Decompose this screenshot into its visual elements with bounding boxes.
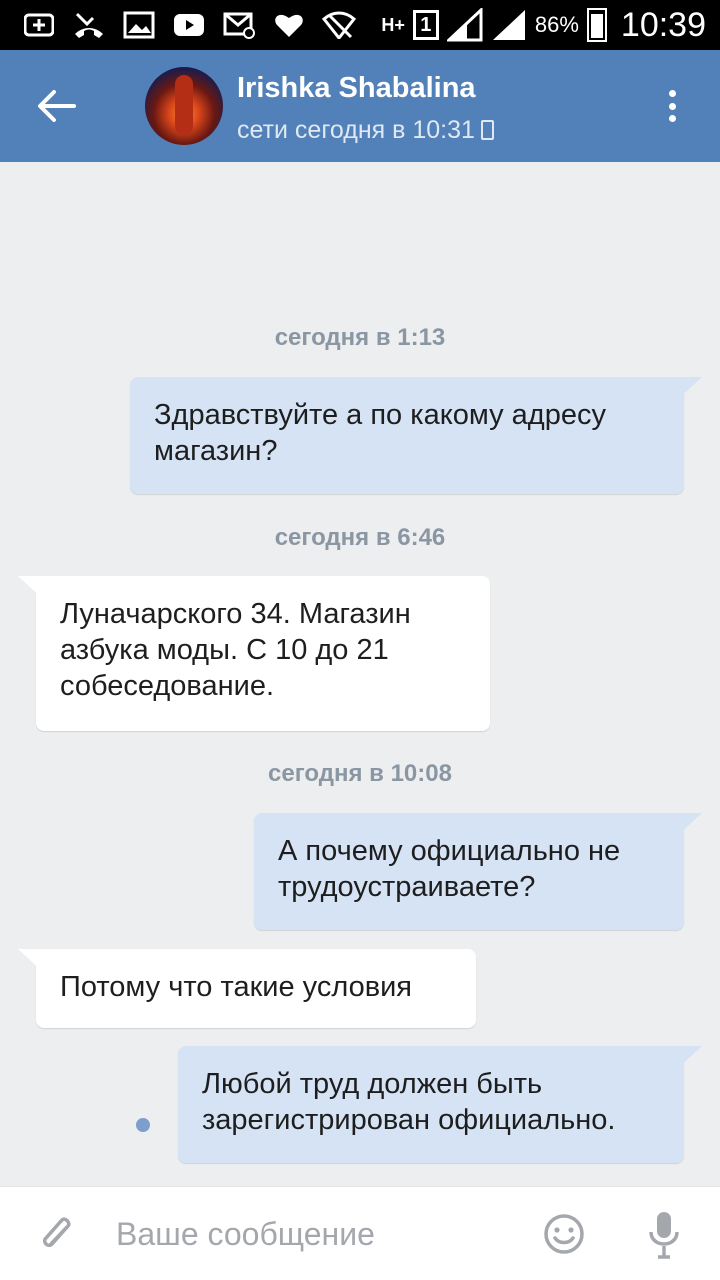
chat-header: Irishka Shabalina сети сегодня в 10:31	[0, 50, 720, 162]
phone-icon	[480, 120, 494, 140]
message-bubble-outgoing[interactable]: Здравствуйте а по какому адресу магазин?	[130, 377, 702, 494]
clock: 10:39	[620, 5, 706, 44]
attach-icon	[42, 1217, 71, 1248]
attach-button[interactable]	[36, 1211, 80, 1259]
mic-button[interactable]	[644, 1209, 684, 1261]
message-line: собеседование.	[60, 670, 275, 702]
date-separator: сегодня в 1:13	[274, 324, 446, 351]
message-line: трудоустраиваете?	[278, 871, 536, 903]
gallery-icon	[122, 10, 156, 40]
message-bubble-outgoing[interactable]: А почему официально не трудоустраиваете?	[254, 813, 702, 930]
contact-status: сети сегодня в 10:31	[237, 116, 494, 145]
message-bubble-incoming[interactable]: Луначарского 34. Магазин азбука моды. С …	[18, 576, 490, 731]
date-separator: сегодня в 10:08	[268, 760, 452, 787]
emoji-icon	[544, 1214, 584, 1254]
add-notification-icon	[22, 10, 56, 40]
message-line: магазин?	[154, 435, 278, 467]
back-button[interactable]	[28, 78, 84, 134]
sim-indicator: 1	[412, 10, 439, 40]
message-bubble-outgoing[interactable]: Любой труд должен быть зарегистрирован о…	[178, 1046, 702, 1163]
menu-button[interactable]	[652, 84, 692, 128]
last-seen-text: сети сегодня в 10:31	[237, 116, 475, 144]
message-input[interactable]	[116, 1211, 516, 1257]
status-bar: H+ 1 86% 10:39	[0, 0, 720, 50]
message-line: азбука моды. С 10 до 21	[60, 634, 389, 666]
message-line: Потому что такие условия	[60, 971, 413, 1003]
unread-indicator	[136, 1118, 150, 1132]
avatar[interactable]	[145, 67, 223, 145]
message-line: А почему официально не	[278, 835, 621, 867]
wifi-icon	[322, 10, 356, 40]
battery-icon	[586, 8, 607, 42]
battery-percent: 86%	[534, 12, 579, 37]
message-line: Здравствуйте а по какому адресу	[154, 399, 606, 431]
mic-icon	[649, 1212, 679, 1259]
signal-strong-icon	[492, 10, 525, 40]
status-right: H+ 1 86% 10:39	[381, 0, 706, 50]
heart-icon	[272, 10, 306, 40]
notification-icons	[22, 8, 356, 42]
youtube-icon	[172, 10, 206, 40]
network-type: H+	[381, 15, 405, 35]
message-input-bar	[0, 1186, 720, 1280]
date-separator: сегодня в 6:46	[274, 524, 446, 551]
message-line: Любой труд должен быть	[202, 1068, 543, 1100]
message-line: зарегистрирован официально.	[202, 1104, 616, 1136]
emoji-button[interactable]	[542, 1212, 586, 1256]
message-bubble-incoming[interactable]: Потому что такие условия	[18, 949, 476, 1028]
email-icon	[222, 10, 256, 40]
back-arrow-icon	[38, 90, 76, 122]
contact-name[interactable]: Irishka Shabalina	[237, 72, 476, 105]
message-line: Луначарского 34. Магазин	[60, 598, 411, 630]
missed-call-icon	[72, 10, 106, 40]
signal-icon	[446, 8, 483, 42]
menu-dots-icon	[668, 90, 676, 97]
